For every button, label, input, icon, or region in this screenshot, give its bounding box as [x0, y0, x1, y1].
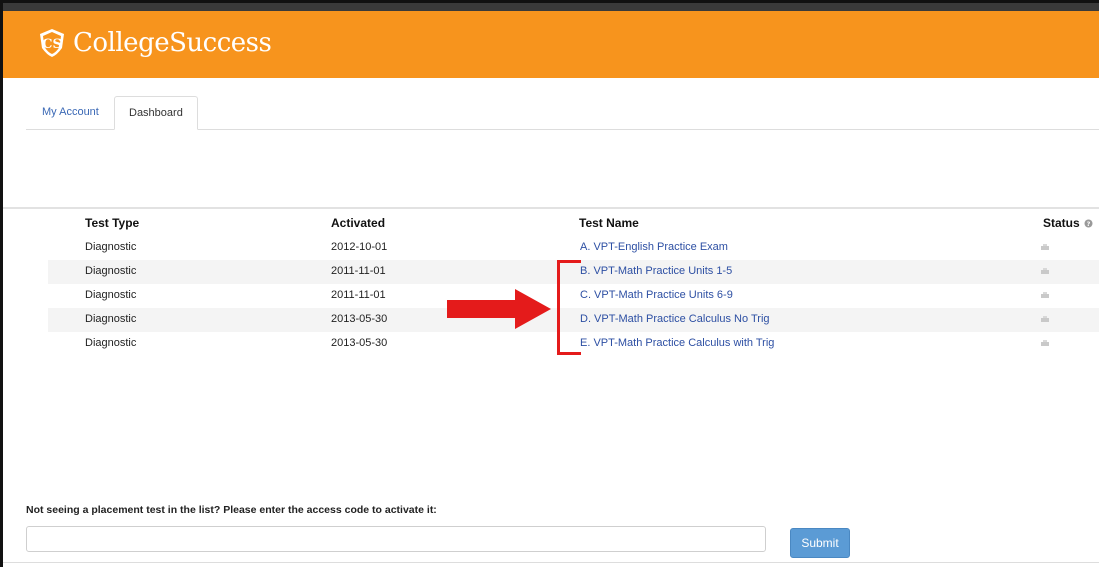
row-test-name-link[interactable]: B. VPT-Math Practice Units 1-5: [580, 265, 732, 277]
row-test-type: Diagnostic: [85, 313, 137, 325]
top-bar: [3, 3, 1099, 11]
submit-button[interactable]: Submit: [790, 528, 850, 558]
annotation-arrow-icon: [447, 289, 551, 329]
access-code-input[interactable]: [26, 526, 766, 552]
row-activated: 2011-11-01: [331, 265, 386, 277]
svg-text:?: ?: [1087, 220, 1091, 228]
row-test-name-link[interactable]: E. VPT-Math Practice Calculus with Trig: [580, 337, 774, 349]
row-test-type: Diagnostic: [85, 241, 137, 253]
row-test-type: Diagnostic: [85, 265, 137, 277]
column-header-status: Status ?: [1043, 216, 1093, 230]
bottom-divider: [3, 562, 1099, 563]
row-activated: 2011-11-01: [331, 289, 386, 301]
row-test-type: Diagnostic: [85, 337, 137, 349]
printer-icon[interactable]: [1041, 268, 1049, 274]
status-header-label: Status: [1043, 216, 1080, 230]
printer-icon[interactable]: [1041, 316, 1049, 322]
column-header-test-name: Test Name: [579, 216, 639, 230]
printer-icon[interactable]: [1041, 340, 1049, 346]
brand-logo[interactable]: CS CollegeSuccess: [37, 28, 272, 58]
row-test-name-link[interactable]: D. VPT-Math Practice Calculus No Trig: [580, 313, 770, 325]
row-test-type: Diagnostic: [85, 289, 137, 301]
row-test-name-link[interactable]: A. VPT-English Practice Exam: [580, 241, 728, 253]
printer-icon[interactable]: [1041, 244, 1049, 250]
table-row: Diagnostic 2012-10-01 A. VPT-English Pra…: [48, 236, 1099, 260]
brand-name: CollegeSuccess: [73, 28, 272, 58]
tab-my-account[interactable]: My Account: [28, 96, 113, 128]
printer-icon[interactable]: [1041, 292, 1049, 298]
annotation-bracket: [557, 260, 581, 355]
shield-logo-icon: CS: [40, 29, 64, 57]
row-activated: 2013-05-30: [331, 313, 388, 325]
row-test-name-link[interactable]: C. VPT-Math Practice Units 6-9: [580, 289, 733, 301]
site-header: CS CollegeSuccess: [3, 11, 1099, 78]
section-divider: [3, 207, 1099, 209]
row-activated: 2012-10-01: [331, 241, 388, 253]
svg-text:CS: CS: [42, 37, 62, 52]
row-activated: 2013-05-30: [331, 337, 388, 349]
account-tabs: My Account Dashboard: [26, 96, 1099, 130]
column-header-test-type: Test Type: [85, 216, 140, 230]
help-icon[interactable]: ?: [1084, 219, 1093, 228]
activation-prompt: Not seeing a placement test in the list?…: [26, 504, 437, 516]
column-header-activated: Activated: [331, 216, 386, 230]
tab-dashboard[interactable]: Dashboard: [114, 96, 198, 130]
